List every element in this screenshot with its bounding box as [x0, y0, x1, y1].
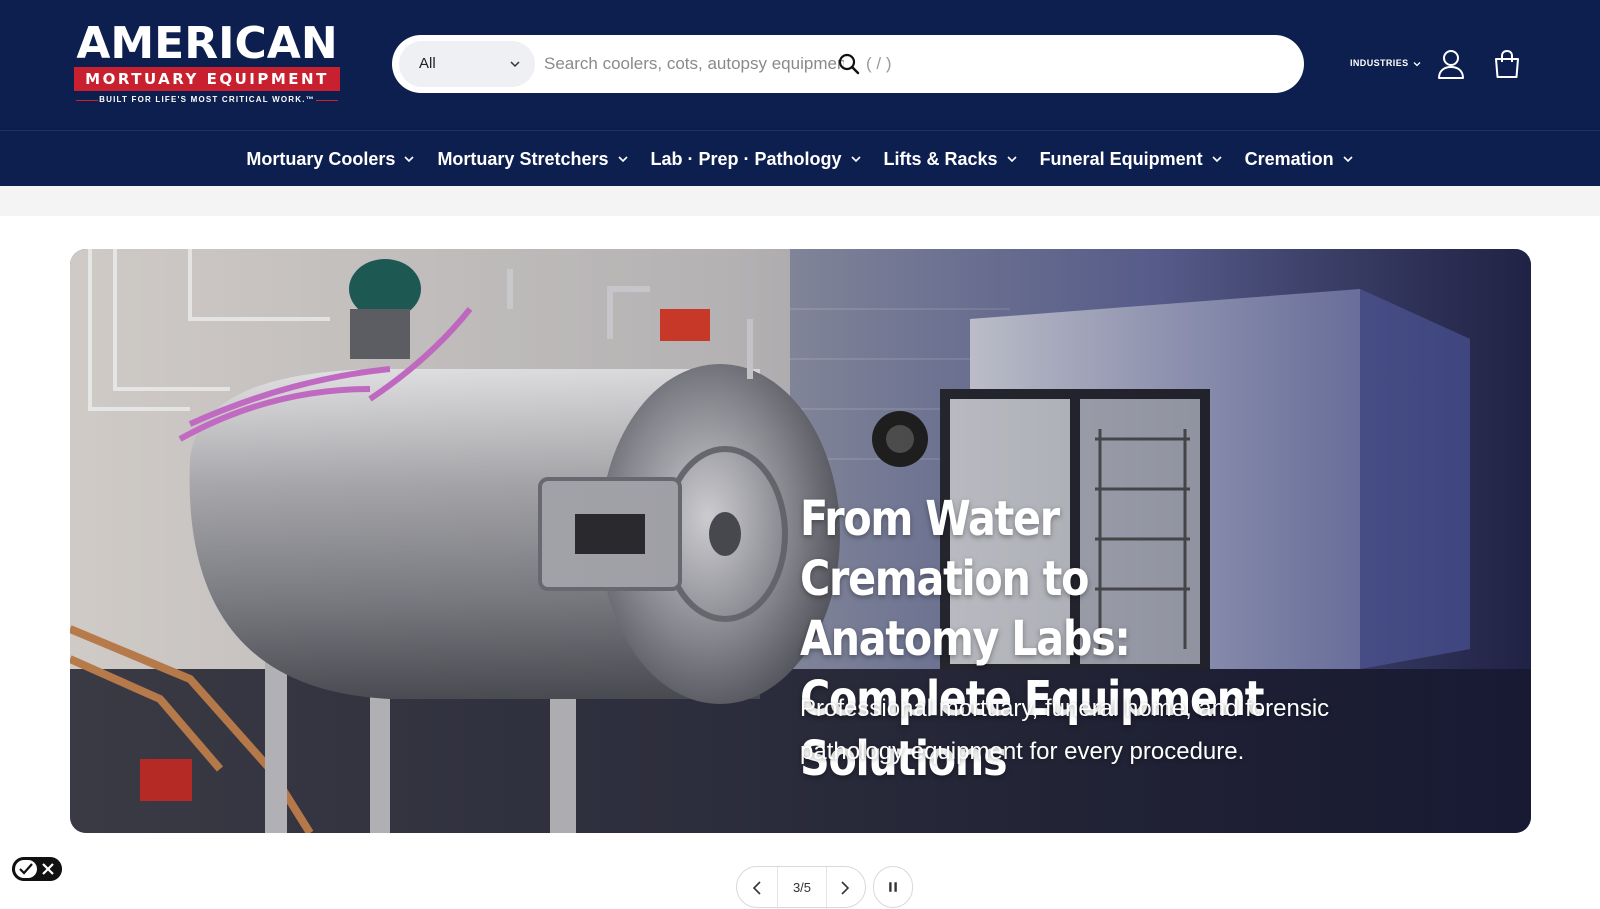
search-category-value: All: [419, 55, 436, 72]
nav-item-mortuary-coolers[interactable]: Mortuary Coolers: [235, 131, 426, 187]
chevron-down-icon: [510, 61, 520, 68]
logo-tagline: BUILT FOR LIFE'S MOST CRITICAL WORK.™: [72, 93, 342, 107]
nav-item-funeral-equipment[interactable]: Funeral Equipment: [1029, 131, 1234, 187]
nav-item-mortuary-stretchers[interactable]: Mortuary Stretchers: [426, 131, 639, 187]
nav-list: Mortuary Coolers Mortuary Stretchers Lab…: [0, 131, 1600, 187]
nav-item-lifts-racks[interactable]: Lifts & Racks: [873, 131, 1029, 187]
privacy-toggle-icon[interactable]: [12, 857, 62, 881]
logo-subtitle: MORTUARY EQUIPMENT: [74, 67, 340, 91]
nav-item-label: Mortuary Coolers: [246, 148, 396, 169]
logo-wordmark: AMERICAN: [76, 18, 338, 69]
brand-logo[interactable]: AMERICAN MORTUARY EQUIPMENT BUILT FOR LI…: [72, 22, 342, 106]
search-bar: All ( / ): [392, 35, 1304, 93]
site-header: AMERICAN MORTUARY EQUIPMENT BUILT FOR LI…: [0, 0, 1600, 130]
nav-item-label: Cremation: [1244, 148, 1334, 169]
chevron-down-icon: [404, 156, 415, 163]
chevron-down-icon: [1006, 156, 1017, 163]
search-icon[interactable]: [837, 52, 861, 76]
chevron-left-icon[interactable]: [737, 867, 777, 909]
chevron-down-icon: [617, 156, 628, 163]
search-category-select[interactable]: All: [399, 41, 535, 87]
pause-icon[interactable]: [873, 866, 913, 908]
search-shortcut-hint: ( / ): [866, 54, 892, 73]
announcement-strip: [0, 186, 1600, 216]
nav-item-label: Lifts & Racks: [883, 148, 998, 169]
slider-controls: 3/5: [736, 866, 866, 909]
search-input[interactable]: [544, 35, 844, 93]
slide-counter: 3/5: [777, 867, 827, 909]
nav-item-cremation[interactable]: Cremation: [1234, 131, 1365, 187]
nav-item-label: Funeral Equipment: [1039, 148, 1203, 169]
shopping-bag-icon[interactable]: [1492, 48, 1522, 80]
hero-slide: From Water Cremation to Anatomy Labs: Co…: [70, 249, 1531, 833]
nav-item-label: Lab · Prep · Pathology: [650, 148, 842, 169]
industries-label: INDUSTRIES: [1350, 58, 1409, 68]
nav-item-lab-prep-pathology[interactable]: Lab · Prep · Pathology: [640, 131, 873, 187]
main-navigation: Mortuary Coolers Mortuary Stretchers Lab…: [0, 130, 1600, 186]
chevron-down-icon: [850, 156, 861, 163]
hero-subtitle: Professional mortuary, funeral home, and…: [800, 695, 1330, 765]
chevron-down-icon: [1343, 156, 1353, 163]
chevron-right-icon[interactable]: [825, 867, 865, 909]
user-icon[interactable]: [1436, 48, 1466, 80]
industries-menu[interactable]: INDUSTRIES: [1350, 52, 1421, 74]
chevron-down-icon: [1212, 156, 1222, 163]
nav-item-label: Mortuary Stretchers: [437, 148, 609, 169]
chevron-down-icon: [1413, 61, 1421, 67]
